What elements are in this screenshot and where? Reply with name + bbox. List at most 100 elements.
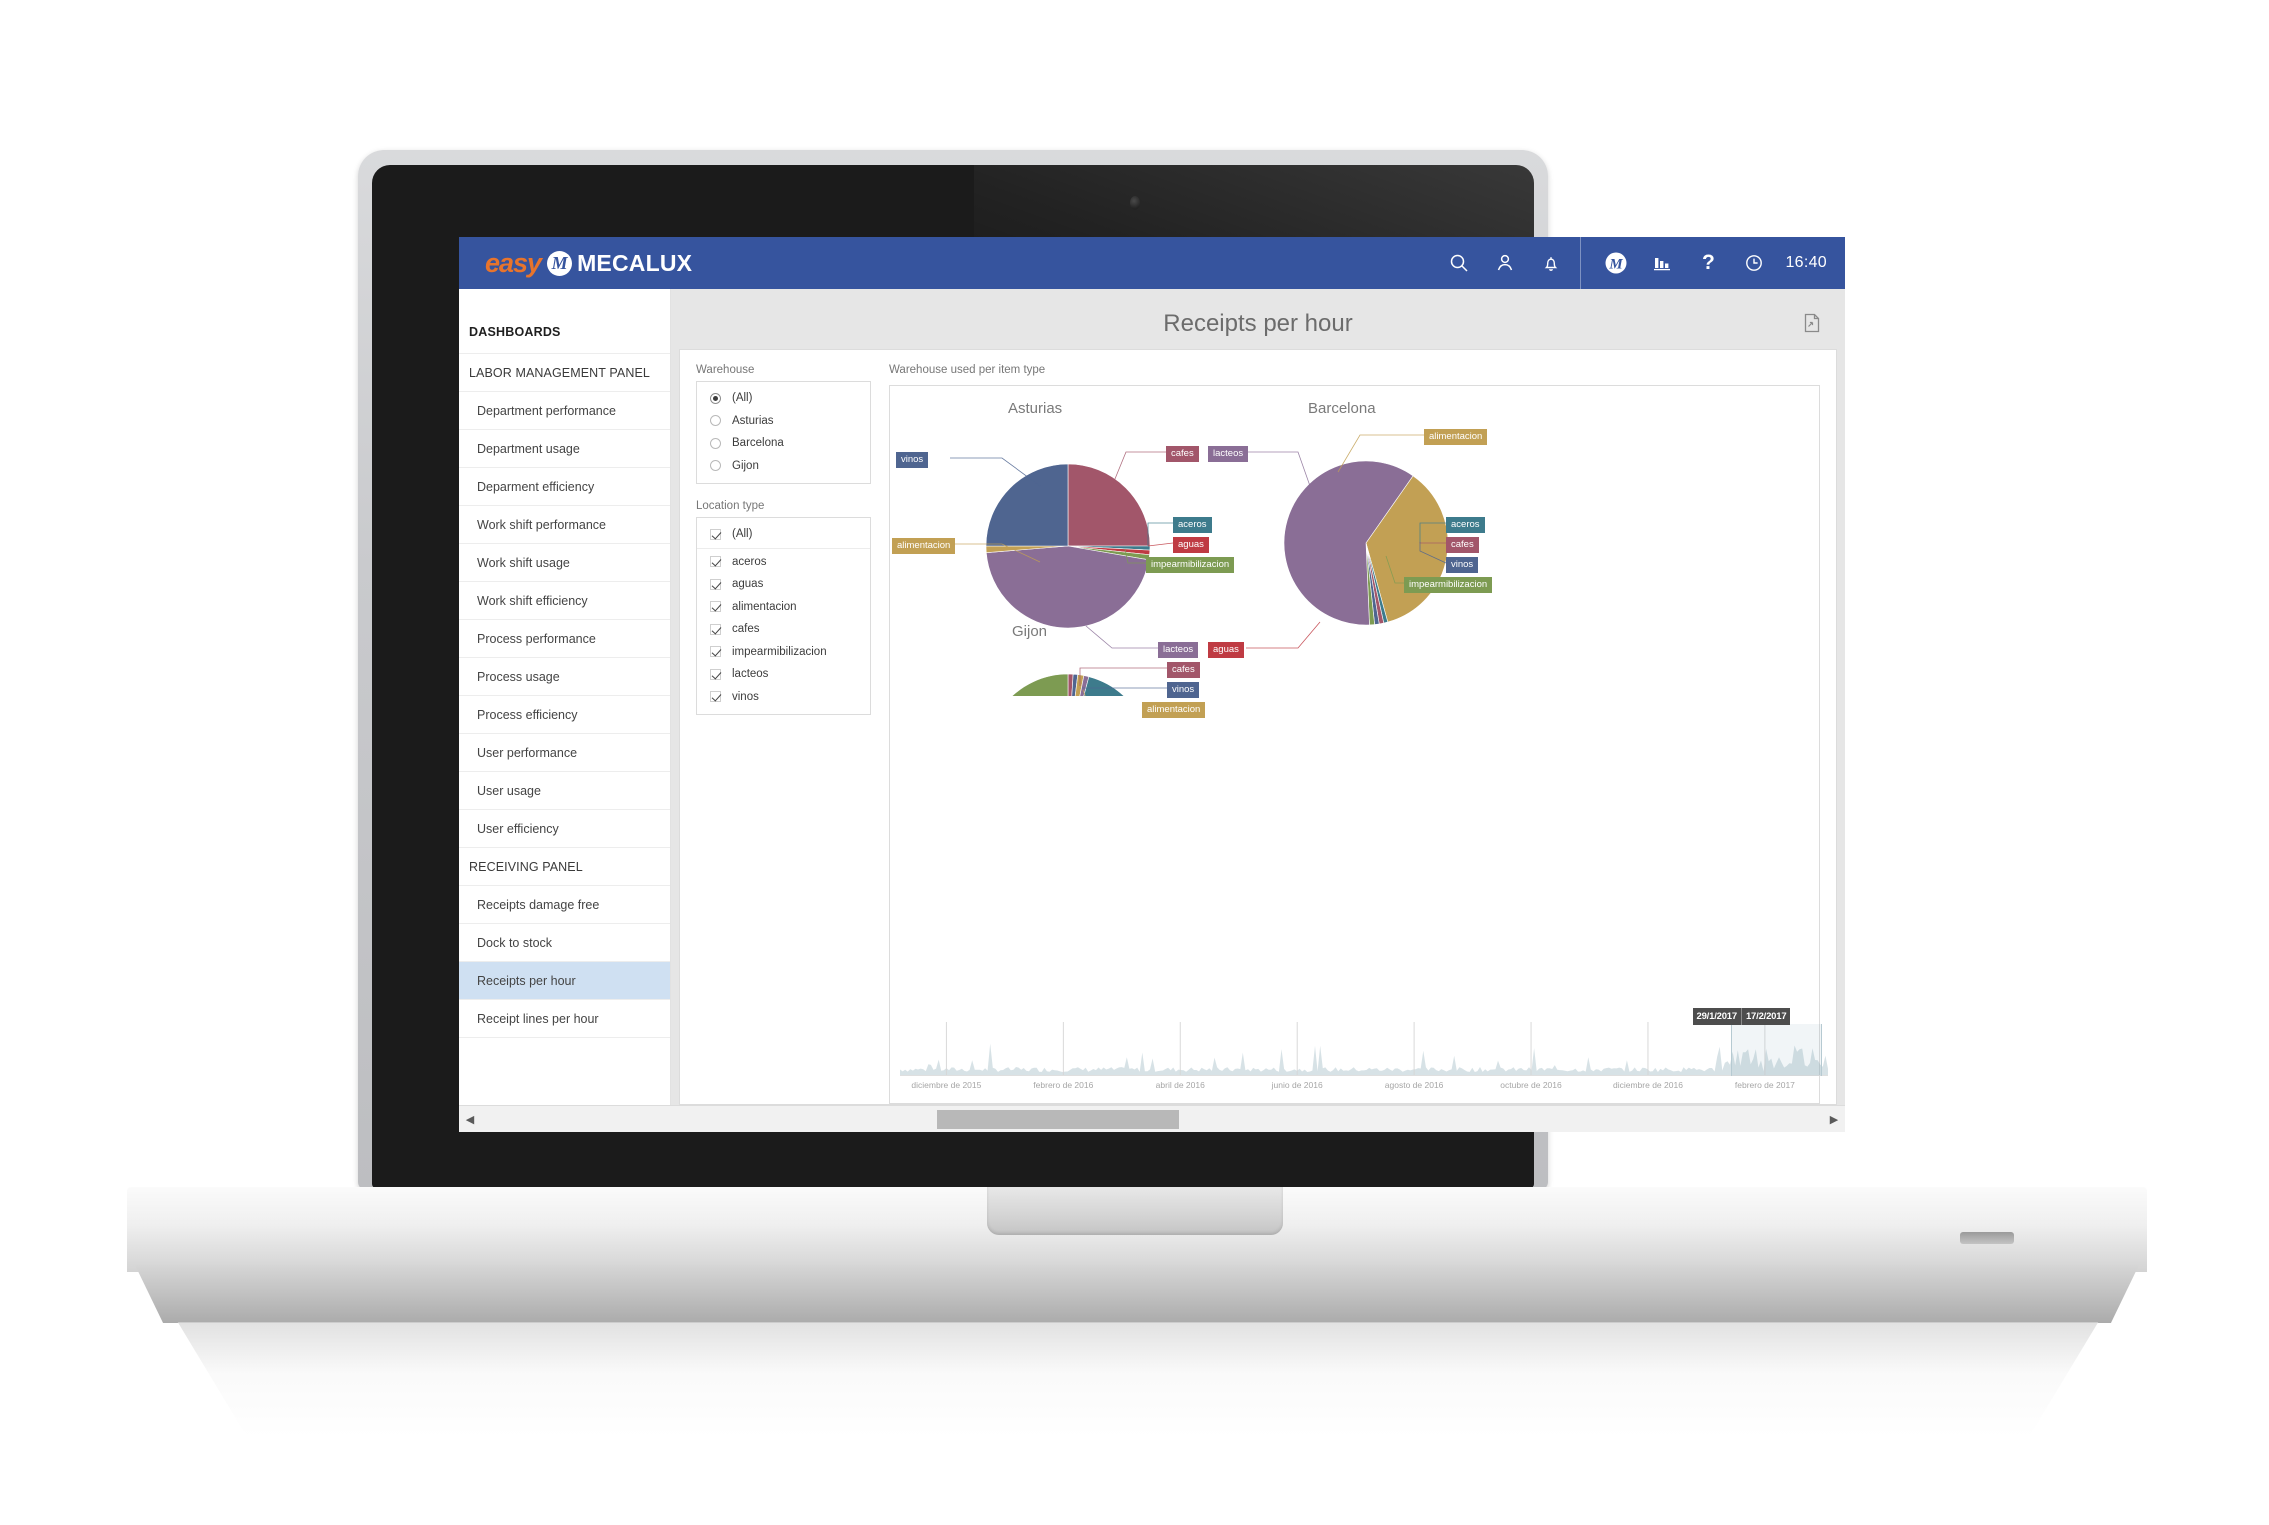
checkbox-icon[interactable] [710, 528, 721, 540]
callout-asturias-aguas[interactable]: aguas [1173, 537, 1209, 553]
app-topbar: easy M MECALUX M ? 16:40 [459, 237, 1845, 289]
chart-caption: Warehouse used per item type [889, 364, 1046, 376]
help-icon[interactable]: ? [1685, 251, 1731, 275]
location-option-impearmibilizacion[interactable]: impearmibilizacion [697, 641, 870, 664]
sidebar-group-receiving-panel[interactable]: RECEIVING PANEL [459, 848, 670, 886]
app-body: DASHBOARDS LABOR MANAGEMENT PANEL Depart… [459, 289, 1845, 1105]
location-option-all[interactable]: (All) [697, 523, 870, 546]
sidebar-item-process-usage[interactable]: Process usage [459, 658, 670, 696]
search-icon[interactable] [1436, 253, 1482, 273]
warehouse-option-all[interactable]: (All) [697, 387, 870, 410]
callout-barcelona-lacteos[interactable]: lacteos [1208, 446, 1249, 462]
callout-barcelona-aceros[interactable]: aceros [1446, 517, 1485, 533]
sidebar-item-work-shift-performance[interactable]: Work shift performance [459, 506, 670, 544]
radio-icon[interactable] [710, 437, 721, 449]
horizontal-scrollbar[interactable]: ◀ ▶ [459, 1105, 1845, 1132]
timeline-range-from[interactable]: 29/1/2017 [1692, 1008, 1741, 1025]
callout-asturias-impearmibilizacion[interactable]: impearmibilizacion [1146, 557, 1235, 573]
sidebar-item-user-performance[interactable]: User performance [459, 734, 670, 772]
callout-barcelona-alimentacion[interactable]: alimentacion [1424, 429, 1488, 445]
radio-icon[interactable] [710, 460, 721, 472]
option-label: impearmibilizacion [732, 645, 827, 658]
timeline-axis [900, 1075, 1828, 1076]
sidebar-item-dashboards[interactable]: DASHBOARDS [459, 311, 670, 354]
sidebar-item-receipts-damage-free[interactable]: Receipts damage free [459, 886, 670, 924]
scrollbar-track[interactable] [481, 1106, 1823, 1133]
location-option-aguas[interactable]: aguas [697, 573, 870, 596]
option-label: Barcelona [732, 437, 784, 450]
sidebar-item-dock-to-stock[interactable]: Dock to stock [459, 924, 670, 962]
laptop-front-edge [135, 1265, 2139, 1323]
mecalux-mark-icon[interactable]: M [1593, 251, 1639, 275]
sidebar-group-labor-management-panel[interactable]: LABOR MANAGEMENT PANEL [459, 354, 670, 392]
callout-gijon-vinos[interactable]: vinos [1167, 682, 1200, 698]
scrollbar-thumb[interactable] [937, 1109, 1179, 1129]
radio-icon[interactable] [710, 392, 721, 404]
pie-chart-canvas[interactable]: Asturias Barcelona Gijon vinos alimentac… [889, 385, 1820, 1104]
callout-asturias-aceros[interactable]: aceros [1173, 517, 1212, 533]
timeline-tick: agosto de 2016 [1384, 1080, 1444, 1090]
filters-column: Warehouse (All) Asturias Barcelona Gijon… [696, 364, 871, 1104]
sidebar-item-process-performance[interactable]: Process performance [459, 620, 670, 658]
user-icon[interactable] [1482, 253, 1528, 273]
location-option-aceros[interactable]: aceros [697, 551, 870, 574]
sidebar-item-receipt-lines-per-hour[interactable]: Receipt lines per hour [459, 1000, 670, 1038]
sidebar-item-department-usage[interactable]: Department usage [459, 430, 670, 468]
sidebar-item-user-efficiency[interactable]: User efficiency [459, 810, 670, 848]
brand-logo[interactable]: easy M MECALUX [485, 248, 692, 279]
callout-barcelona-aguas[interactable]: aguas [1208, 642, 1244, 658]
checkbox-icon[interactable] [710, 601, 721, 613]
warehouse-option-barcelona[interactable]: Barcelona [697, 432, 870, 455]
radio-icon[interactable] [710, 415, 721, 427]
location-option-alimentacion[interactable]: alimentacion [697, 596, 870, 619]
sidebar-top-spacer [459, 289, 670, 311]
callout-gijon-cafes[interactable]: cafes [1167, 662, 1200, 678]
sidebar-item-work-shift-efficiency[interactable]: Work shift efficiency [459, 582, 670, 620]
warehouse-option-gijon[interactable]: Gijon [697, 455, 870, 478]
checkbox-icon[interactable] [710, 623, 721, 635]
document-export-icon[interactable] [1803, 313, 1821, 338]
sidebar-item-label: Receipt lines per hour [477, 1011, 599, 1026]
warehouse-option-asturias[interactable]: Asturias [697, 410, 870, 433]
callout-gijon-alimentacion[interactable]: alimentacion [1142, 702, 1206, 718]
checkbox-icon[interactable] [710, 578, 721, 590]
scroll-right-arrow-icon[interactable]: ▶ [1823, 1113, 1845, 1126]
sidebar-item-label: Work shift efficiency [477, 593, 588, 608]
timeline-selection-range[interactable] [1730, 1024, 1823, 1076]
bell-icon[interactable] [1528, 253, 1574, 273]
clock-time: 16:40 [1785, 254, 1827, 271]
callout-barcelona-impearmibilizacion[interactable]: impearmibilizacion [1404, 577, 1493, 593]
checkbox-icon[interactable] [710, 691, 721, 703]
callout-barcelona-vinos[interactable]: vinos [1446, 557, 1479, 573]
callout-asturias-lacteos[interactable]: lacteos [1158, 642, 1199, 658]
checkbox-icon[interactable] [710, 556, 721, 568]
sidebar-item-receipts-per-hour[interactable]: Receipts per hour [459, 962, 670, 1000]
callout-asturias-alimentacion[interactable]: alimentacion [892, 538, 956, 554]
location-option-cafes[interactable]: cafes [697, 618, 870, 641]
callout-asturias-vinos[interactable]: vinos [896, 452, 929, 468]
warehouse-filter-label: Warehouse [696, 364, 755, 376]
svg-text:M: M [1609, 257, 1624, 273]
timeline-range-to[interactable]: 17/2/2017 [1740, 1008, 1791, 1025]
timeline-tick: febrero de 2016 [1033, 1080, 1094, 1090]
callout-barcelona-cafes[interactable]: cafes [1446, 537, 1479, 553]
sidebar-item-label: User efficiency [477, 821, 559, 836]
sidebar-item-label: DASHBOARDS [469, 325, 561, 339]
clock-icon[interactable] [1731, 253, 1777, 273]
location-option-lacteos[interactable]: lacteos [697, 663, 870, 686]
timeline-slider[interactable]: 29/1/2017 17/2/2017 diciembre de 2015 fe… [900, 1008, 1828, 1098]
sidebar-item-process-efficiency[interactable]: Process efficiency [459, 696, 670, 734]
sidebar-item-label: Work shift performance [477, 517, 606, 532]
sidebar-item-deparment-efficiency[interactable]: Deparment efficiency [459, 468, 670, 506]
mecalux-logo-icon: M [547, 250, 573, 276]
callout-asturias-cafes[interactable]: cafes [1166, 446, 1199, 462]
sidebar-item-work-shift-usage[interactable]: Work shift usage [459, 544, 670, 582]
sidebar-item-department-performance[interactable]: Department performance [459, 392, 670, 430]
checkbox-icon[interactable] [710, 668, 721, 680]
sidebar-item-label: RECEIVING PANEL [469, 859, 583, 874]
scroll-left-arrow-icon[interactable]: ◀ [459, 1113, 481, 1126]
sidebar-item-user-usage[interactable]: User usage [459, 772, 670, 810]
bar-chart-icon[interactable] [1639, 253, 1685, 273]
checkbox-icon[interactable] [710, 646, 721, 658]
location-option-vinos[interactable]: vinos [697, 686, 870, 709]
